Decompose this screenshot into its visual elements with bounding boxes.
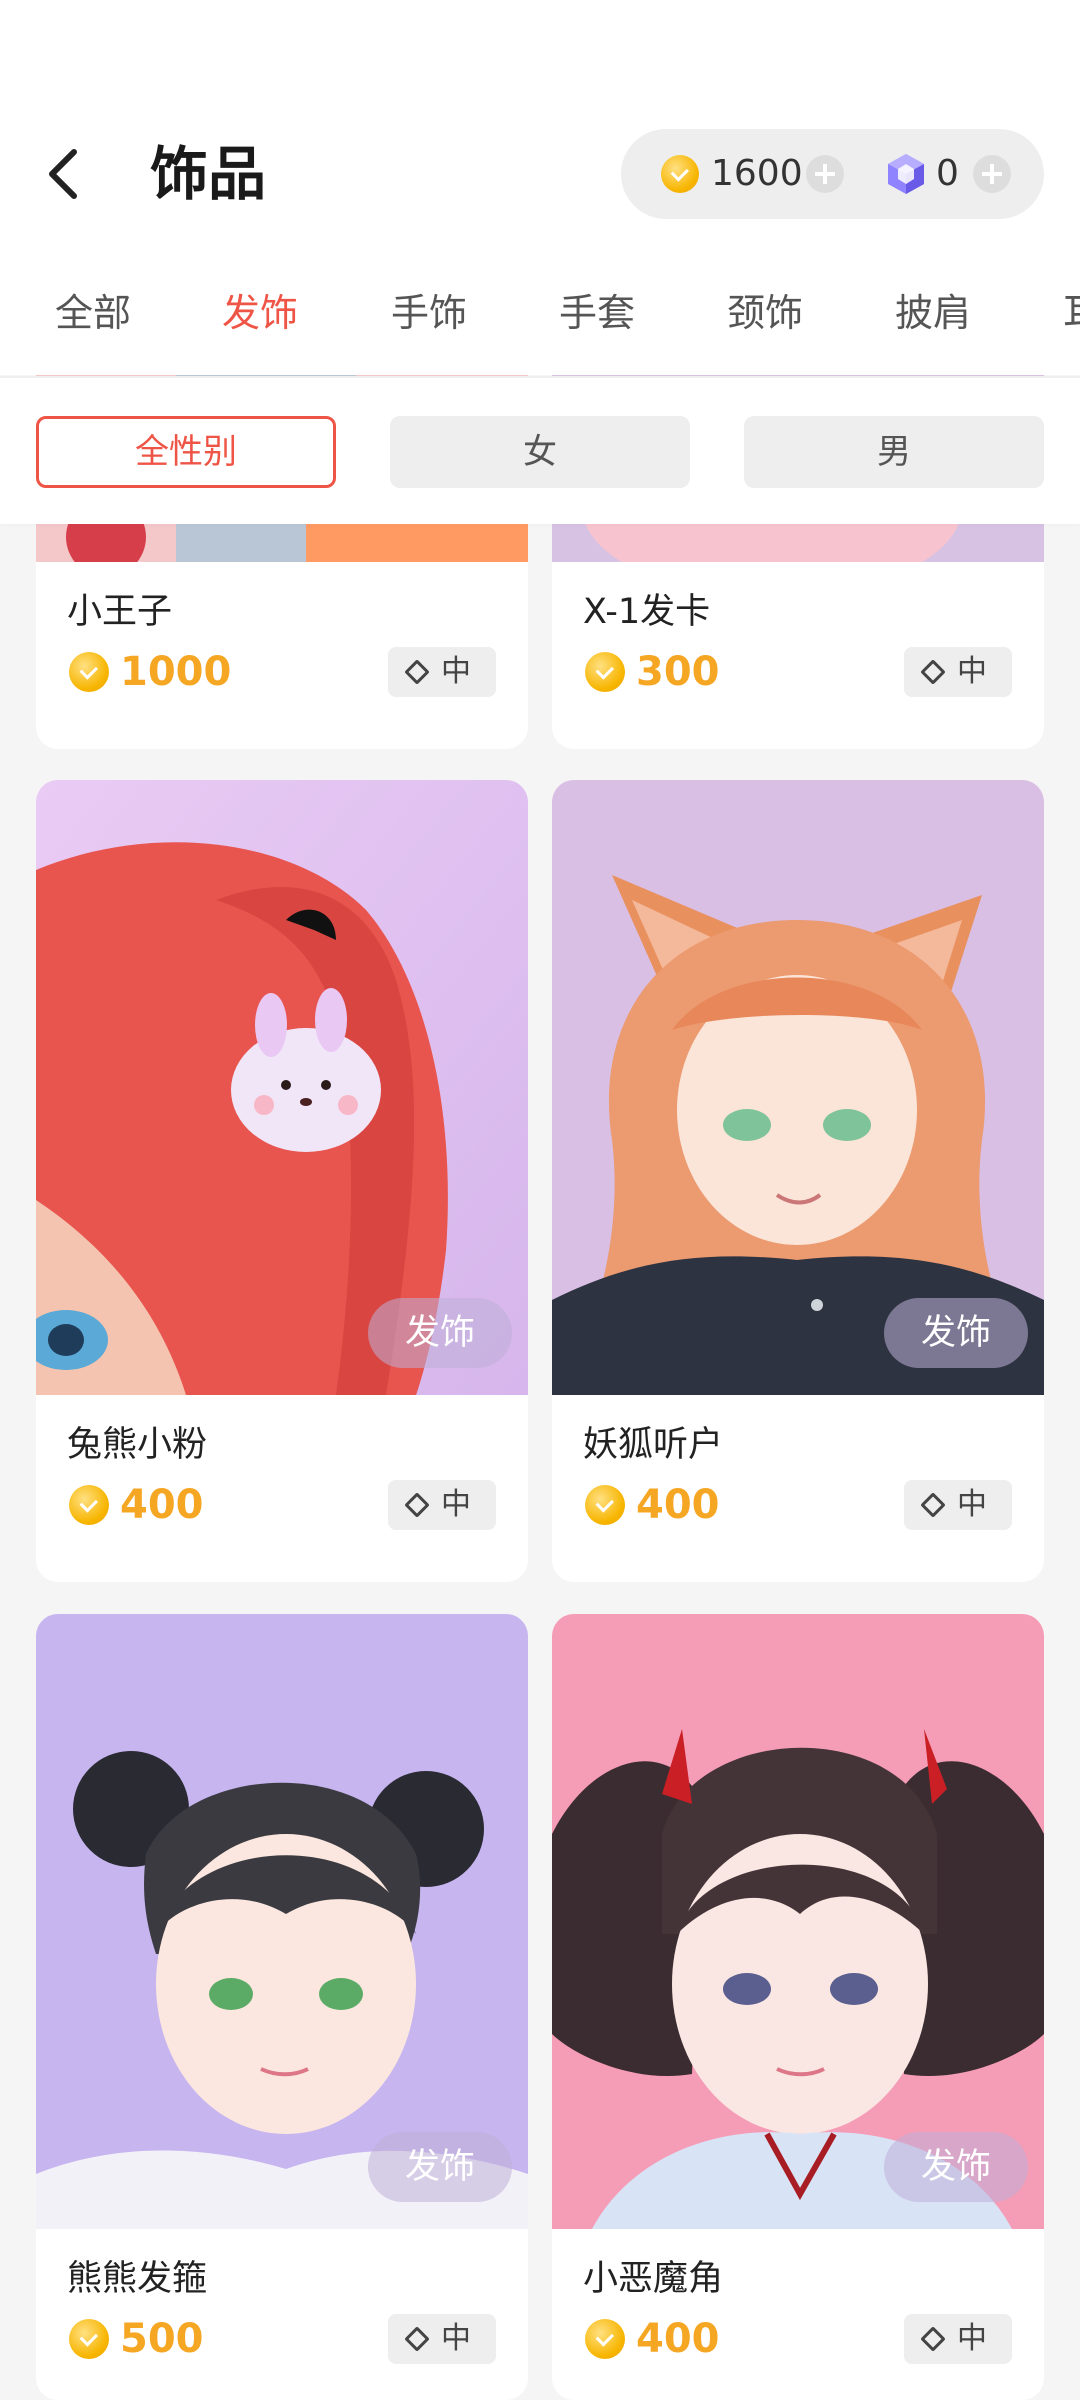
coin-icon bbox=[69, 652, 109, 692]
diamond-icon bbox=[920, 2326, 946, 2352]
tab-gloves[interactable]: 手套 bbox=[559, 288, 635, 338]
item-price: 400 bbox=[120, 1482, 204, 1528]
item-image: 发饰 bbox=[552, 780, 1044, 1395]
diamond-icon bbox=[920, 1492, 946, 1518]
item-name: X-1发卡 bbox=[583, 592, 711, 632]
coin-icon bbox=[585, 2319, 625, 2359]
category-tabs: 全部 发饰 手饰 手套 颈饰 披肩 耳 bbox=[0, 270, 1080, 360]
add-coins-button[interactable] bbox=[806, 155, 844, 193]
item-image: 发饰 bbox=[36, 1614, 528, 2229]
item-card[interactable]: 发饰 熊熊发箍 500 中 bbox=[36, 1614, 528, 2400]
item-price: 400 bbox=[636, 2316, 720, 2362]
tier-tag: 中 bbox=[388, 2314, 496, 2364]
item-card[interactable]: 发饰 小恶魔角 400 中 bbox=[552, 1614, 1044, 2400]
coin-icon bbox=[69, 2319, 109, 2359]
tier-tag: 中 bbox=[388, 1480, 496, 1530]
item-image: 发饰 bbox=[36, 780, 528, 1395]
gender-filter: 全性别 女 男 bbox=[0, 378, 1080, 524]
coin-icon bbox=[661, 155, 699, 193]
tab-shawls[interactable]: 披肩 bbox=[895, 288, 971, 338]
gem-balance: 0 bbox=[936, 153, 959, 194]
tier-label: 中 bbox=[957, 654, 987, 689]
back-arrow-icon bbox=[49, 149, 77, 199]
item-name: 兔熊小粉 bbox=[67, 1425, 208, 1465]
category-badge: 发饰 bbox=[884, 2132, 1028, 2202]
tier-tag: 中 bbox=[388, 647, 496, 697]
category-badge: 发饰 bbox=[368, 1298, 512, 1368]
coin-icon bbox=[585, 652, 625, 692]
item-price: 400 bbox=[636, 1482, 720, 1528]
back-button[interactable] bbox=[36, 140, 92, 208]
tier-label: 中 bbox=[957, 2321, 987, 2356]
item-name: 熊熊发箍 bbox=[67, 2259, 208, 2299]
coin-icon bbox=[69, 1485, 109, 1525]
gem-icon bbox=[888, 154, 924, 194]
tier-tag: 中 bbox=[904, 2314, 1012, 2364]
divider bbox=[0, 376, 1080, 378]
filter-female[interactable]: 女 bbox=[390, 416, 690, 488]
filter-all-genders[interactable]: 全性别 bbox=[36, 416, 336, 488]
diamond-icon bbox=[920, 659, 946, 685]
tier-label: 中 bbox=[441, 2321, 471, 2356]
item-name: 小王子 bbox=[67, 592, 173, 632]
coin-balance: 1600 bbox=[711, 153, 803, 194]
category-badge: 发饰 bbox=[884, 1298, 1028, 1368]
item-price: 500 bbox=[120, 2316, 204, 2362]
tier-tag: 中 bbox=[904, 647, 1012, 697]
item-price: 1000 bbox=[120, 649, 232, 695]
tab-earrings[interactable]: 耳 bbox=[1063, 288, 1080, 338]
item-name: 小恶魔角 bbox=[583, 2259, 724, 2299]
tab-necklaces[interactable]: 颈饰 bbox=[727, 288, 803, 338]
tab-all[interactable]: 全部 bbox=[55, 288, 131, 338]
tier-tag: 中 bbox=[904, 1480, 1012, 1530]
category-badge: 发饰 bbox=[368, 2132, 512, 2202]
filter-male[interactable]: 男 bbox=[744, 416, 1044, 488]
add-gems-button[interactable] bbox=[973, 155, 1011, 193]
item-price: 300 bbox=[636, 649, 720, 695]
item-card[interactable]: 发饰 兔熊小粉 400 中 bbox=[36, 780, 528, 1582]
header: 饰品 1600 0 全部 发饰 手饰 手套 颈饰 披肩 耳 bbox=[0, 0, 1080, 375]
tab-hair-accessories[interactable]: 发饰 bbox=[222, 288, 298, 338]
diamond-icon bbox=[404, 659, 430, 685]
tab-hand-accessories[interactable]: 手饰 bbox=[391, 288, 467, 338]
tier-label: 中 bbox=[441, 654, 471, 689]
tier-label: 中 bbox=[957, 1487, 987, 1522]
currency-balance: 1600 0 bbox=[621, 129, 1044, 219]
diamond-icon bbox=[404, 1492, 430, 1518]
item-image: 发饰 bbox=[552, 1614, 1044, 2229]
tier-label: 中 bbox=[441, 1487, 471, 1522]
coin-icon bbox=[585, 1485, 625, 1525]
item-name: 妖狐听户 bbox=[583, 1425, 724, 1465]
page-title: 饰品 bbox=[150, 140, 267, 208]
diamond-icon bbox=[404, 2326, 430, 2352]
item-card[interactable]: 发饰 妖狐听户 400 中 bbox=[552, 780, 1044, 1582]
